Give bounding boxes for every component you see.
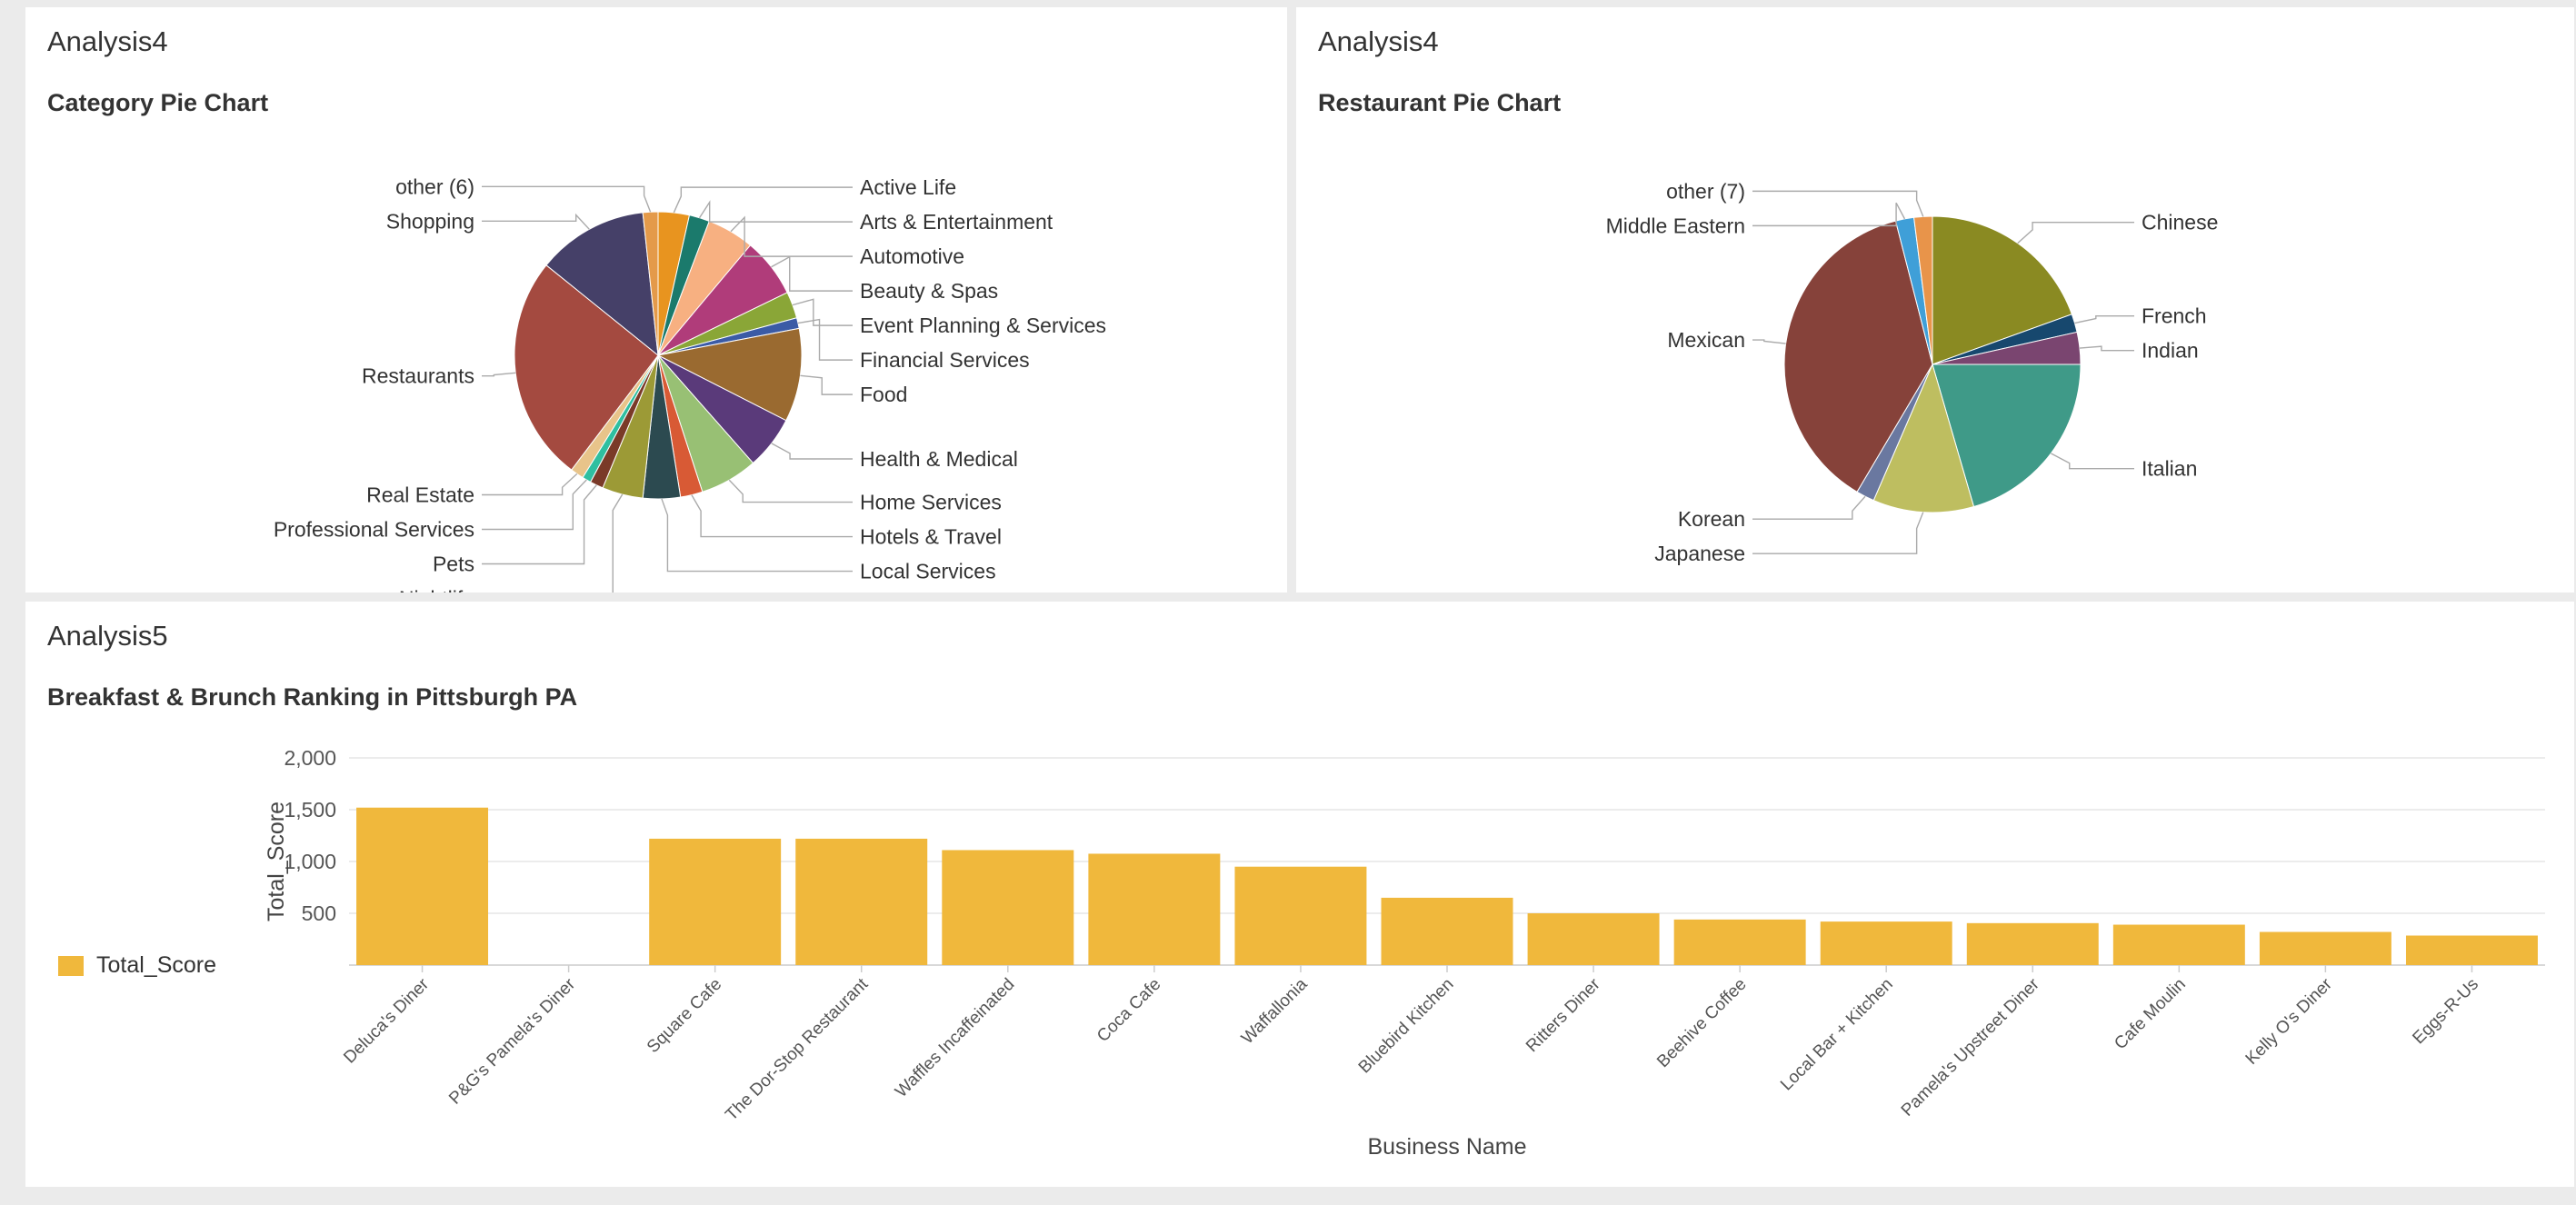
pie-leader-line xyxy=(1752,190,1924,217)
bar-the-dor-stop-restaurant[interactable] xyxy=(795,838,928,965)
bar-pamela-s-upstreet-diner[interactable] xyxy=(1966,922,2099,965)
pie-leader-line xyxy=(1752,495,1866,520)
bar-bluebird-kitchen[interactable] xyxy=(1381,897,1513,965)
pie-label-event-planning-services: Event Planning & Services xyxy=(860,314,1106,337)
y-axis-title: Total_Score xyxy=(264,802,289,921)
pie-label-french: French xyxy=(2142,304,2207,328)
category-pie-chart: Active Life Arts & Entertainment Automotiv… xyxy=(274,174,1106,593)
pie-leader-line xyxy=(482,473,578,496)
ranking-bar-chart: 500 1,000 1,500 2,000 Total_Score Deluca's Di… xyxy=(264,746,2545,1160)
bar-deluca-s-diner[interactable] xyxy=(356,807,489,965)
pie-leader-line xyxy=(2051,453,2134,470)
y-tick-label: 1,500 xyxy=(284,798,336,822)
x-tick-label: Square Cafe xyxy=(644,975,725,1057)
pie-label-financial-services: Financial Services xyxy=(860,348,1030,372)
pie-leader-line xyxy=(728,479,853,503)
pie-leader-line xyxy=(698,200,853,223)
x-axis-title: Business Name xyxy=(1367,1134,1526,1160)
bar-local-bar-kitchen[interactable] xyxy=(1820,921,1952,965)
bar-coca-cafe[interactable] xyxy=(1088,853,1221,965)
pie-label-home-services: Home Services xyxy=(860,491,1002,514)
pie-leader-line xyxy=(2079,345,2134,352)
x-tick-label: Waffallonia xyxy=(1238,974,1312,1048)
pie-leader-line xyxy=(482,213,590,230)
pie-label-indian: Indian xyxy=(2142,339,2199,363)
bar-waffallonia[interactable] xyxy=(1234,866,1367,965)
pie-label-arts-entertainment: Arts & Entertainment xyxy=(860,210,1053,234)
pie-leader-line xyxy=(2017,222,2134,244)
pie-label-korean: Korean xyxy=(1678,507,1745,531)
pie-leader-line xyxy=(691,494,853,538)
pie-label-automotive: Automotive xyxy=(860,244,964,268)
bar-square-cafe[interactable] xyxy=(649,838,782,965)
pie-leader-line xyxy=(800,374,853,395)
bar-eggs-r-us[interactable] xyxy=(2405,935,2538,965)
x-tick-label: P&G's Pamela's Diner xyxy=(445,974,579,1108)
pie-label-other-7: other (7) xyxy=(1666,179,1745,203)
pie-leader-line xyxy=(482,479,587,531)
pie-label-chinese: Chinese xyxy=(2142,211,2218,234)
pie-leader-line xyxy=(482,185,652,213)
x-tick-label: Waffles Incaffeinated xyxy=(892,975,1018,1101)
x-tick-label: Bluebird Kitchen xyxy=(1355,975,1458,1078)
pie-label-nightlife: Nightlife xyxy=(399,587,474,593)
bar-waffles-incaffeinated[interactable] xyxy=(942,850,1074,965)
bar-cafe-moulin[interactable] xyxy=(2112,924,2245,965)
pie-label-hotels-travel: Hotels & Travel xyxy=(860,525,1002,549)
pie-leader-line xyxy=(673,186,853,214)
pie-label-restaurants: Restaurants xyxy=(362,364,474,388)
pie-label-local-services: Local Services xyxy=(860,560,996,583)
x-tick-label: Cafe Moulin xyxy=(2111,975,2190,1054)
x-tick-label: Pamela's Upstreet Diner xyxy=(1898,974,2044,1120)
ranking-panel: Analysis5 Breakfast & Brunch Ranking in … xyxy=(25,602,2574,1187)
x-tick-label: The Dor-Stop Restaurant xyxy=(722,974,872,1124)
pie-label-real-estate: Real Estate xyxy=(366,483,474,507)
x-tick-label: Eggs-R-Us xyxy=(2409,975,2482,1049)
pie-label-health-medical: Health & Medical xyxy=(860,447,1018,471)
restaurant-pie-chart: Chinese French Indian Italian other (7) Middl… xyxy=(1606,179,2219,565)
pie-label-shopping: Shopping xyxy=(386,209,474,233)
pie-label-other-6: other (6) xyxy=(395,174,474,198)
pie-label-beauty-spas: Beauty & Spas xyxy=(860,279,998,303)
pie-leader-line xyxy=(792,298,853,326)
pie-label-middle-eastern: Middle Eastern xyxy=(1606,214,1745,237)
pie-leader-line xyxy=(612,493,624,593)
restaurant-panel: Analysis4 Restaurant Pie Chart Chinese Fr… xyxy=(1296,7,2574,593)
pie-label-japanese: Japanese xyxy=(1654,542,1745,565)
pie-leader-line xyxy=(1752,339,1786,344)
pie-leader-line xyxy=(771,443,853,460)
pie-label-italian: Italian xyxy=(2142,457,2197,481)
bar-ritters-diner[interactable] xyxy=(1527,913,1660,965)
x-tick-label: Coca Cafe xyxy=(1093,975,1164,1046)
x-tick-label: Local Bar + Kitchen xyxy=(1777,975,1897,1095)
pie-label-mexican: Mexican xyxy=(1667,328,1745,352)
y-tick-label: 1,000 xyxy=(284,850,336,873)
pie-leader-line xyxy=(482,484,597,565)
pie-leader-line xyxy=(2074,315,2134,324)
pie-label-food: Food xyxy=(860,383,907,406)
bar-kelly-o-s-diner[interactable] xyxy=(2259,931,2391,965)
pie-label-pets: Pets xyxy=(433,553,474,576)
x-tick-label: Beehive Coffee xyxy=(1653,975,1750,1071)
pie-leader-line xyxy=(482,372,516,377)
x-tick-label: Kelly O's Diner xyxy=(2242,974,2337,1069)
y-tick-label: 2,000 xyxy=(284,746,336,770)
y-tick-label: 500 xyxy=(302,901,336,925)
pie-label-professional-services: Professional Services xyxy=(274,518,474,542)
bar-beehive-coffee[interactable] xyxy=(1673,919,1806,965)
pie-label-active-life: Active Life xyxy=(860,175,956,199)
pie-leader-line xyxy=(661,498,853,573)
category-panel: Analysis4 Category Pie Chart Active Life… xyxy=(25,7,1287,593)
x-tick-label: Ritters Diner xyxy=(1523,974,1604,1056)
pie-leader-line xyxy=(1752,202,1906,227)
x-tick-label: Deluca's Diner xyxy=(340,974,433,1067)
